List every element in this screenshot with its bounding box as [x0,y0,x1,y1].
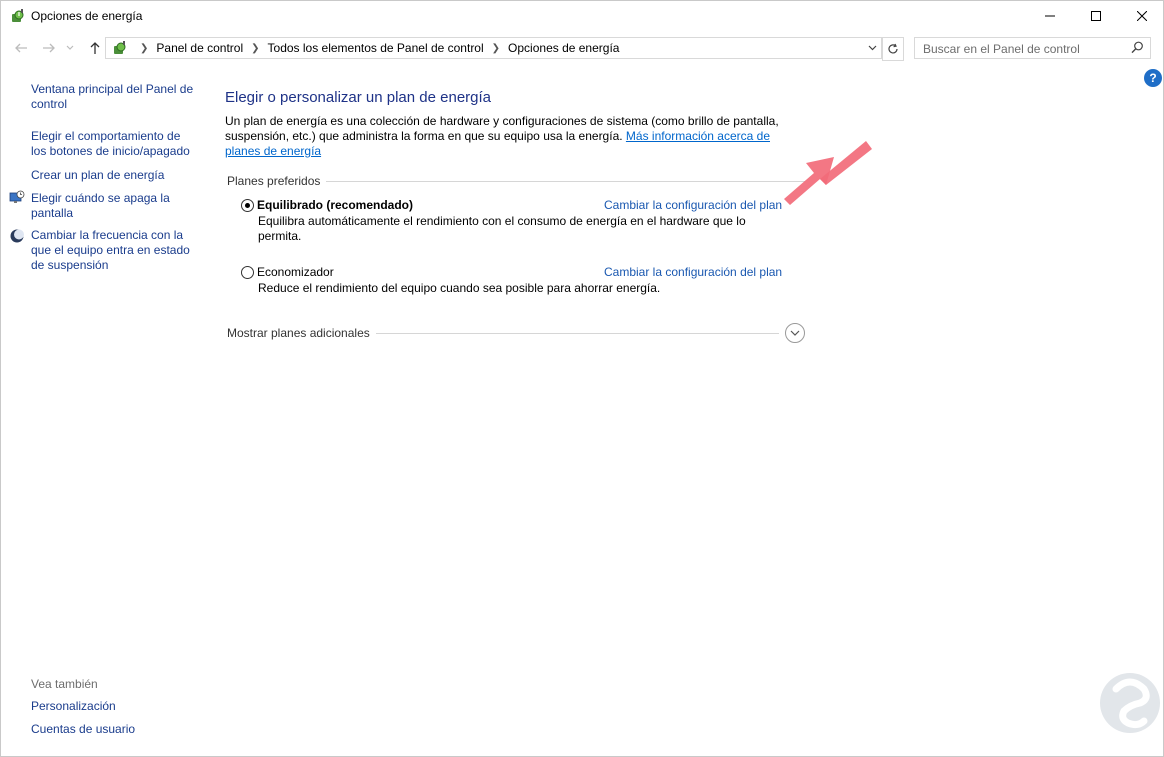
intro-paragraph: Un plan de energía es una colección de h… [225,114,805,159]
sidebar-item-control-panel-home[interactable]: Ventana principal del Panel de control [31,82,193,112]
navigation-bar: ❯ Panel de control ❯ Todos los elementos… [1,35,1163,61]
sidebar-item-personalization[interactable]: Personalización [31,699,116,714]
sidebar-item-label: Elegir el comportamiento de [31,129,181,143]
sidebar-item-display-off[interactable]: Elegir cuándo se apaga la pantalla [31,191,170,221]
help-icon[interactable]: ? [1144,69,1162,87]
close-button[interactable] [1119,1,1163,31]
forward-button[interactable] [39,39,59,57]
breadcrumb-item-all-items[interactable]: Todos los elementos de Panel de control [268,41,484,55]
up-button[interactable] [85,39,105,57]
breadcrumb-separator-icon[interactable]: ❯ [492,43,500,54]
window-title: Opciones de energía [31,9,143,23]
breadcrumb-item-power-options[interactable]: Opciones de energía [508,41,619,55]
up-arrow-icon [90,42,100,54]
sidebar-item-label: los botones de inicio/apagado [31,144,190,158]
refresh-button[interactable] [882,37,904,61]
sidebar-item-label: que el equipo entra en estado [31,243,190,257]
breadcrumb: ❯ Panel de control ❯ Todos los elementos… [112,40,619,56]
breadcrumb-separator-icon[interactable]: ❯ [251,43,259,54]
close-icon [1137,11,1147,21]
sidebar-item-label: Ventana principal del Panel de [31,82,194,96]
additional-plans-section: Mostrar planes adicionales [227,323,805,345]
see-also-heading: Vea también [31,677,98,691]
refresh-icon [888,43,898,54]
sidebar-item-user-accounts[interactable]: Cuentas de usuario [31,722,135,737]
sidebar-item-label: Cambiar la frecuencia con la [31,228,184,242]
sidebar-item-label: de suspensión [31,258,109,272]
page-title: Elegir o personalizar un plan de energía [225,89,492,106]
plan-description: Equilibra automáticamente el rendimiento… [258,214,746,243]
chevron-down-icon [66,45,74,50]
back-arrow-icon [15,43,27,53]
sidebar-item-label: control [31,97,68,111]
power-options-window: Opciones de energía ❯ Panel de control ❯… [0,0,1164,757]
sidebar-item-power-buttons[interactable]: Elegir el comportamiento de los botones … [31,129,190,159]
power-options-app-icon [12,9,24,22]
minimize-button[interactable] [1027,1,1073,31]
plan-name[interactable]: Equilibrado (recomendado) [257,198,413,212]
plan-balanced-radio[interactable] [241,199,254,212]
sidebar-item-create-plan[interactable]: Crear un plan de energía [31,168,164,183]
change-plan-settings-link[interactable]: Cambiar la configuración del plan [604,265,782,279]
address-dropdown-button[interactable] [865,41,879,55]
chevron-down-icon [868,45,876,51]
address-bar[interactable]: ❯ Panel de control ❯ Todos los elementos… [105,37,882,59]
search-icon[interactable] [1131,41,1144,54]
show-additional-plans-label[interactable]: Mostrar planes adicionales [227,326,376,340]
plan-name[interactable]: Economizador [257,265,334,279]
sidebar-item-sleep[interactable]: Cambiar la frecuencia con la que el equi… [31,228,190,273]
plan-description: Reduce el rendimiento del equipo cuando … [258,281,661,295]
expand-additional-plans-button[interactable] [785,323,805,343]
moon-sleep-icon [10,229,24,243]
search-input[interactable]: Buscar en el Panel de control [914,37,1151,59]
plan-power-saver-radio[interactable] [241,266,254,279]
control-panel-icon [114,41,126,54]
sidebar-item-label: Crear un plan de energía [31,168,165,182]
forward-arrow-icon [43,43,55,53]
sidebar-item-label: Elegir cuándo se apaga la [31,191,170,205]
watermark-logo-icon [1100,673,1160,733]
section-label: Planes preferidos [227,174,327,188]
chevron-down-icon [790,330,800,336]
back-button[interactable] [11,39,31,57]
breadcrumb-item-control-panel[interactable]: Panel de control [156,41,243,55]
maximize-icon [1091,11,1101,21]
change-plan-settings-link[interactable]: Cambiar la configuración del plan [604,198,782,212]
minimize-icon [1045,15,1055,17]
monitor-clock-icon [9,190,25,203]
preferred-plans-section: Planes preferidos [227,174,805,190]
annotation-arrow-icon [784,141,872,205]
sidebar-item-label: pantalla [31,206,74,220]
recent-locations-button[interactable] [63,39,77,57]
title-bar: Opciones de energía [1,1,1163,32]
search-placeholder: Buscar en el Panel de control [923,42,1080,56]
maximize-button[interactable] [1073,1,1119,31]
breadcrumb-separator-icon: ❯ [140,42,149,54]
